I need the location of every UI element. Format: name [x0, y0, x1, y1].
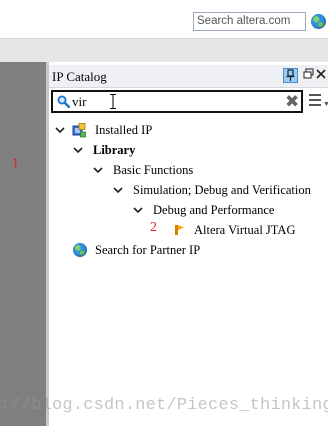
clear-search-icon[interactable]: ✖	[285, 92, 299, 112]
tree-label: Search for Partner IP	[95, 243, 201, 257]
ip-core-icon	[175, 225, 184, 235]
toolbar-strip	[0, 38, 328, 62]
ip-catalog-panel: IP Catalog vir ✖ ▼ Installed IP Library …	[49, 62, 328, 426]
search-value[interactable]: vir	[72, 94, 86, 110]
tree-label: Library	[93, 143, 136, 157]
pin-button[interactable]	[283, 68, 298, 83]
chevron-down-icon[interactable]	[73, 145, 83, 155]
chevron-down-icon[interactable]	[133, 205, 143, 215]
tree-label: Installed IP	[95, 123, 153, 137]
annotation-marker-1: 1	[12, 156, 19, 171]
annotation-marker-2: 2	[150, 220, 157, 235]
text-cursor-icon	[110, 94, 116, 109]
top-toolbar: Search altera.com	[0, 0, 328, 38]
float-button[interactable]	[302, 68, 314, 83]
dropdown-arrow-icon: ▼	[323, 100, 328, 108]
globe-icon	[73, 243, 87, 257]
ip-search-input[interactable]: vir ✖	[51, 90, 303, 113]
altera-search-input[interactable]: Search altera.com	[193, 12, 306, 31]
search-icon	[57, 95, 70, 108]
tree-label: Basic Functions	[113, 163, 194, 177]
tree-label: Debug and Performance	[153, 203, 275, 217]
left-pane: 1	[0, 62, 46, 426]
tree-label: Altera Virtual JTAG	[194, 223, 296, 237]
panel-header: IP Catalog	[49, 65, 328, 88]
installed-ip-icon	[72, 123, 86, 138]
restore-window-icon	[303, 68, 313, 79]
tree-label: Simulation; Debug and Verification	[133, 183, 311, 197]
close-icon	[316, 69, 326, 79]
chevron-down-icon[interactable]	[93, 165, 103, 175]
pin-icon	[286, 69, 295, 81]
chevron-down-icon[interactable]	[113, 185, 123, 195]
catalog-menu-button[interactable]: ▼	[309, 94, 328, 110]
close-button[interactable]	[315, 68, 327, 83]
globe-icon[interactable]	[311, 14, 326, 29]
panel-title: IP Catalog	[52, 69, 107, 84]
chevron-down-icon[interactable]	[55, 125, 65, 135]
watermark: ://blog.csdn.net/Pieces_thinking	[0, 396, 328, 415]
